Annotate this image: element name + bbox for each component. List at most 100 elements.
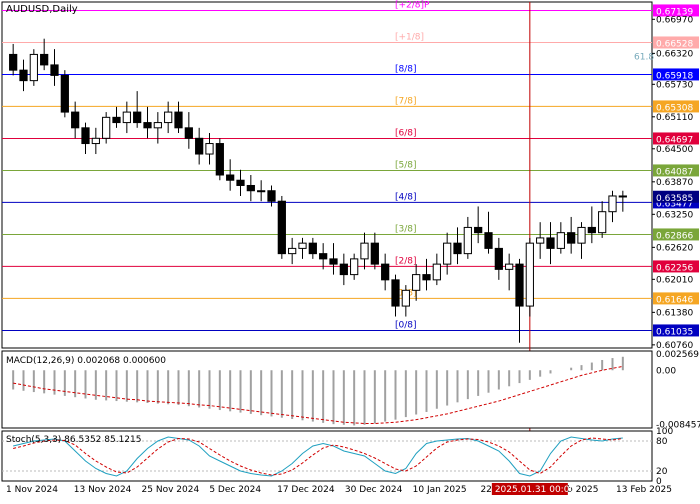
bear-candle (339, 263, 348, 276)
stoch-axis-tick-label: 20 (656, 467, 668, 477)
murrey-level-label: [2/8] (395, 256, 417, 266)
bull-candle (556, 232, 565, 249)
bull-candle (29, 53, 38, 82)
murrey-level-label: [4/8] (395, 192, 417, 202)
macd-label: MACD(12,26,9) 0.002068 0.000600 (6, 356, 166, 366)
bull-candle (463, 226, 472, 255)
bull-candle (257, 190, 266, 193)
price-level-badge-text: 0.61646 (656, 295, 693, 305)
murrey-level-label: [0/8] (395, 320, 417, 330)
bull-candle (598, 211, 607, 234)
price-chart-svg: [+2/8]P0.67139[+1/8]0.66528[8/8]0.65918[… (1, 0, 700, 495)
bull-candle (608, 195, 617, 213)
bear-candle (494, 247, 503, 270)
date-axis-tick-label: 5 Dec 2024 (209, 485, 261, 495)
bull-candle (432, 263, 441, 281)
price-axis-tick-label: 0.64500 (656, 145, 693, 155)
bull-candle (505, 263, 514, 270)
bear-candle (9, 53, 18, 71)
price-level-badge-text: 0.62866 (656, 231, 693, 241)
bear-candle (308, 242, 317, 255)
murrey-level-label: [5/8] (395, 160, 417, 170)
highlight-time-badge-text: 2025.01.31 00:00 (495, 485, 576, 495)
bear-candle (60, 74, 69, 113)
current-price-badge-text: 0.63585 (656, 194, 693, 204)
bear-candle (184, 127, 193, 139)
bear-candle (484, 232, 493, 249)
bull-candle (122, 111, 131, 124)
bull-candle (298, 242, 307, 249)
bear-candle (370, 242, 379, 265)
price-axis-tick-label: 0.63870 (656, 178, 693, 188)
bear-candle (215, 143, 224, 176)
bull-candle (360, 242, 369, 260)
bull-candle (536, 237, 545, 244)
bear-candle (277, 200, 286, 255)
price-axis-tick-label: 0.65730 (656, 80, 693, 90)
bear-candle (474, 226, 483, 234)
bull-candle (350, 258, 359, 276)
bear-candle (50, 64, 59, 76)
bear-candle (133, 111, 142, 124)
price-level-badge-text: 0.61035 (656, 327, 693, 337)
bull-candle (164, 111, 173, 124)
bear-candle (19, 69, 28, 82)
price-axis-tick-label: 0.61380 (656, 308, 693, 318)
chart-title: AUDUSD,Daily (6, 4, 78, 15)
price-axis-tick-label: 0.66970 (656, 15, 693, 25)
price-level-badge-text: 0.64087 (656, 167, 693, 177)
murrey-level-label: [7/8] (395, 96, 417, 106)
bear-candle (81, 127, 90, 145)
murrey-level-label: [+2/8]P (395, 0, 430, 10)
bear-candle (391, 279, 400, 307)
murrey-level-label: [3/8] (395, 224, 417, 234)
stoch-label: Stoch(5,3,3) 86.5352 85.1215 (6, 435, 141, 445)
bear-candle (329, 258, 338, 265)
bull-candle (412, 274, 421, 291)
bull-candle (525, 242, 534, 307)
price-axis-tick-label: 0.66320 (656, 49, 693, 59)
macd-axis-tick-label: 0.00 (656, 366, 676, 376)
bear-candle (236, 179, 245, 186)
bear-candle (71, 111, 80, 129)
bear-candle (195, 137, 204, 155)
bear-candle (40, 53, 49, 66)
date-axis-tick-label: 1 Nov 2024 (6, 485, 58, 495)
price-axis-tick-label: 0.63250 (656, 210, 693, 220)
murrey-level-label: [8/8] (395, 64, 417, 74)
date-axis-tick-label: 17 Dec 2024 (277, 485, 335, 495)
price-axis-tick-label: 0.62010 (656, 275, 693, 285)
bear-candle (618, 195, 627, 198)
date-axis-tick-label: 13 Nov 2024 (74, 485, 132, 495)
murrey-level-label: [6/8] (395, 128, 417, 138)
bear-candle (143, 122, 152, 129)
bull-candle (443, 242, 452, 265)
price-axis-tick-label: 0.65110 (656, 113, 693, 123)
chart-root: [+2/8]P 0.67139 [+1/8] 0.66528 [8/8] 0.65918[… (0, 0, 700, 500)
bear-candle (546, 237, 555, 249)
bear-candle (453, 242, 462, 255)
bull-candle (288, 247, 297, 255)
macd-axis-tick-label: 0.002569 (656, 350, 699, 360)
bull-candle (102, 116, 111, 139)
date-axis-tick-label: 10 Jan 2025 (413, 485, 467, 495)
bear-candle (246, 184, 255, 192)
price-panel (1, 1, 653, 349)
price-axis-tick-label: 0.62620 (656, 243, 693, 253)
bear-candle (112, 116, 121, 124)
stoch-axis-tick-label: 100 (656, 427, 673, 437)
bear-candle (267, 190, 276, 202)
bull-candle (153, 122, 162, 129)
bear-candle (515, 263, 524, 307)
murrey-level-label: [+1/8] (395, 32, 424, 42)
bear-candle (422, 274, 431, 281)
bear-candle (381, 263, 390, 281)
price-level-badge-text: 0.66528 (656, 39, 693, 49)
bull-candle (91, 137, 100, 145)
date-axis-tick-label: 25 Nov 2024 (142, 485, 200, 495)
bear-candle (174, 111, 183, 129)
bear-candle (587, 226, 596, 234)
date-axis-tick-label: 13 Feb 2025 (616, 485, 672, 495)
bull-candle (577, 226, 586, 244)
bear-candle (567, 232, 576, 244)
